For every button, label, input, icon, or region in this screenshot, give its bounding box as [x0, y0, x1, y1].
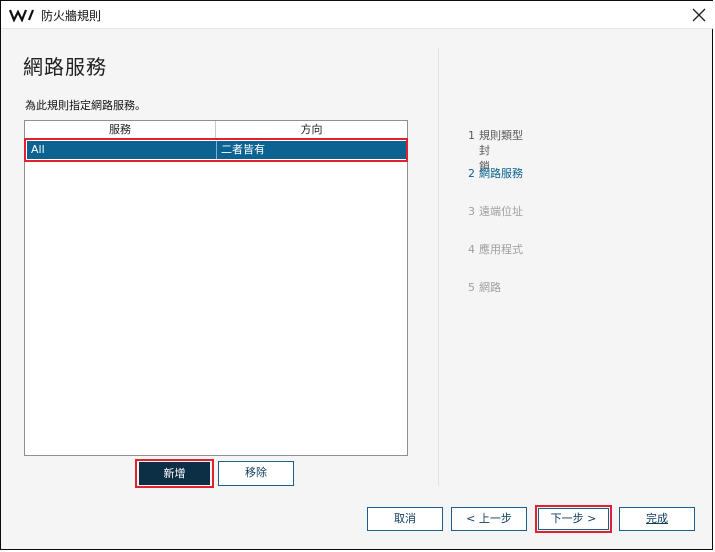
step-number: 3 [468, 205, 475, 218]
cell-service: All [31, 143, 45, 156]
step-label: 應用程式 [479, 243, 523, 256]
firewall-rule-dialog: 防火牆規則 網路服務 為此規則指定網路服務。 服務 方向 All 二者皆有 新增… [0, 0, 714, 550]
title-bar: 防火牆規則 [1, 1, 714, 29]
services-table: 服務 方向 All 二者皆有 [24, 120, 408, 456]
add-button[interactable]: 新增 [139, 462, 210, 485]
step-network: 5 網路 [468, 279, 501, 295]
step-number: 2 [468, 167, 475, 180]
close-button[interactable] [684, 1, 714, 29]
back-button[interactable]: < 上一步 [451, 507, 527, 531]
finish-button[interactable]: 完成 [619, 507, 695, 531]
table-row[interactable]: All 二者皆有 [27, 141, 406, 159]
app-logo-icon [9, 9, 35, 22]
step-number: 5 [468, 281, 475, 294]
close-icon [692, 8, 706, 22]
column-header-direction[interactable]: 方向 [216, 121, 407, 139]
cell-direction: 二者皆有 [221, 143, 265, 156]
page-title: 網路服務 [23, 55, 107, 79]
step-label: 網路服務 [479, 167, 523, 180]
cancel-button[interactable]: 取消 [367, 507, 443, 531]
step-application: 4 應用程式 [468, 241, 523, 257]
step-label: 網路 [479, 281, 501, 294]
column-divider [216, 141, 217, 159]
step-number: 1 [468, 129, 475, 142]
remove-button[interactable]: 移除 [218, 461, 294, 486]
step-number: 4 [468, 243, 475, 256]
step-rule-type[interactable]: 1 規則類型 [468, 127, 523, 143]
step-remote-address: 3 遠端位址 [468, 203, 523, 219]
step-label: 規則類型 [479, 129, 523, 142]
window-title: 防火牆規則 [41, 9, 102, 23]
panel-divider [438, 48, 439, 486]
step-label: 遠端位址 [479, 205, 523, 218]
step-network-services[interactable]: 2 網路服務 [468, 165, 523, 181]
column-header-service[interactable]: 服務 [25, 121, 216, 139]
page-description: 為此規則指定網路服務。 [25, 99, 146, 112]
next-button[interactable]: 下一步 > [538, 508, 609, 530]
